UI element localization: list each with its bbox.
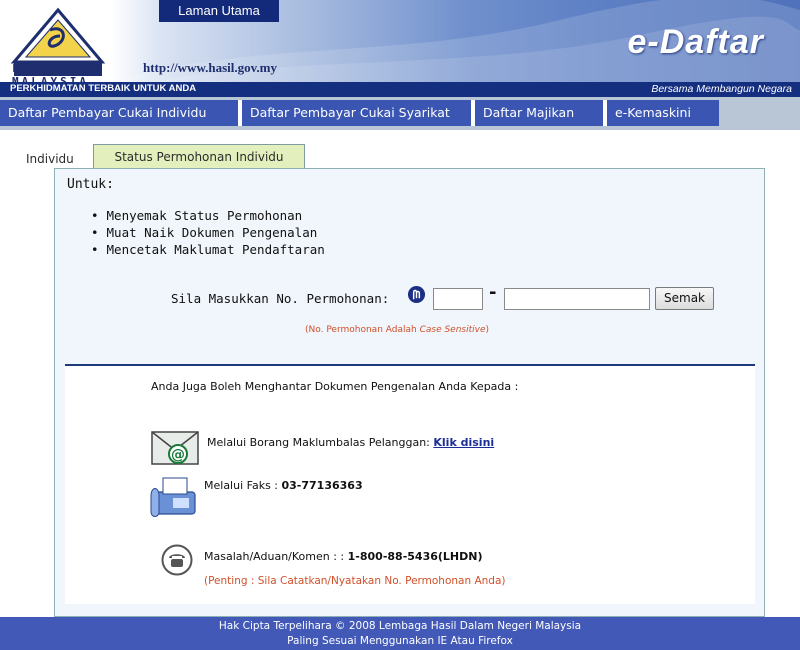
case-sensitive-note: (No. Permohonan Adalah Case Sensitive) [305,325,489,335]
site-url[interactable]: http://www.hasil.gov.my [143,60,277,76]
application-number-input[interactable] [504,288,650,310]
svg-text:@: @ [171,447,185,463]
note-prefix: (No. Permohonan Adalah [305,325,420,335]
email-label: Melalui Borang Maklumbalas Pelanggan: [207,436,434,449]
application-number-label: Sila Masukkan No. Permohonan: [171,291,390,306]
purpose-list: Menyemak Status Permohonan Muat Naik Dok… [91,207,325,258]
helpline-label: Masalah/Aduan/Komen : : [204,550,348,563]
application-number-prefix-input[interactable] [433,288,483,310]
footer: Hak Cipta Terpelihara © 2008 Lembaga Has… [0,617,800,650]
nav-kemaskini[interactable]: e-Kemaskini [607,100,719,126]
fax-contact-text: Melalui Faks : 03-77136363 [204,479,363,492]
list-item: Mencetak Maklumat Pendaftaran [91,241,325,258]
note-emphasis: Case Sensitive [419,325,486,335]
list-item: Menyemak Status Permohonan [91,207,325,224]
nav-majikan[interactable]: Daftar Majikan [475,100,603,126]
fax-machine-icon [150,477,196,517]
helpline-number: 1-800-88-5436(LHDN) [347,550,483,563]
input-separator: - [489,282,497,303]
fax-number: 03-77136363 [281,479,363,492]
info-icon[interactable] [407,285,426,304]
main-nav: Daftar Pembayar Cukai Individu Daftar Pe… [0,97,800,130]
content-panel: Untuk: Menyemak Status Permohonan Muat N… [54,168,765,617]
tab-status-permohonan[interactable]: Status Permohonan Individu [93,144,305,168]
contact-heading: Anda Juga Boleh Menghantar Dokumen Penge… [151,380,519,393]
email-envelope-icon: @ [151,431,199,465]
brand-title: e-Daftar [627,23,764,61]
contact-section: Anda Juga Boleh Menghantar Dokumen Penge… [65,366,755,604]
feedback-link[interactable]: Klik disini [433,436,494,449]
browser-note: Paling Sesuai Menggunakan IE Atau Firefo… [287,635,513,647]
tagline-right: Bersama Membangun Negara [651,83,792,95]
fax-label: Melalui Faks : [204,479,282,492]
telephone-icon [161,544,193,576]
tab-individu[interactable]: Individu [26,152,74,166]
helpline-text: Masalah/Aduan/Komen : : 1-800-88-5436(LH… [204,550,482,563]
email-contact-text: Melalui Borang Maklumbalas Pelanggan: Kl… [207,436,494,449]
important-note: (Penting : Sila Catatkan/Nyatakan No. Pe… [204,575,506,587]
check-button[interactable]: Semak [655,287,714,310]
copyright-text: Hak Cipta Terpelihara © 2008 Lembaga Has… [218,620,582,632]
nav-syarikat[interactable]: Daftar Pembayar Cukai Syarikat [242,100,471,126]
home-link[interactable]: Laman Utama [159,0,279,22]
intro-label: Untuk: [67,177,114,192]
tagline-left: PERKHIDMATAN TERBAIK UNTUK ANDA [10,83,197,94]
nav-individu[interactable]: Daftar Pembayar Cukai Individu [0,100,238,126]
list-item: Muat Naik Dokumen Pengenalan [91,224,325,241]
note-suffix: ) [485,325,490,335]
